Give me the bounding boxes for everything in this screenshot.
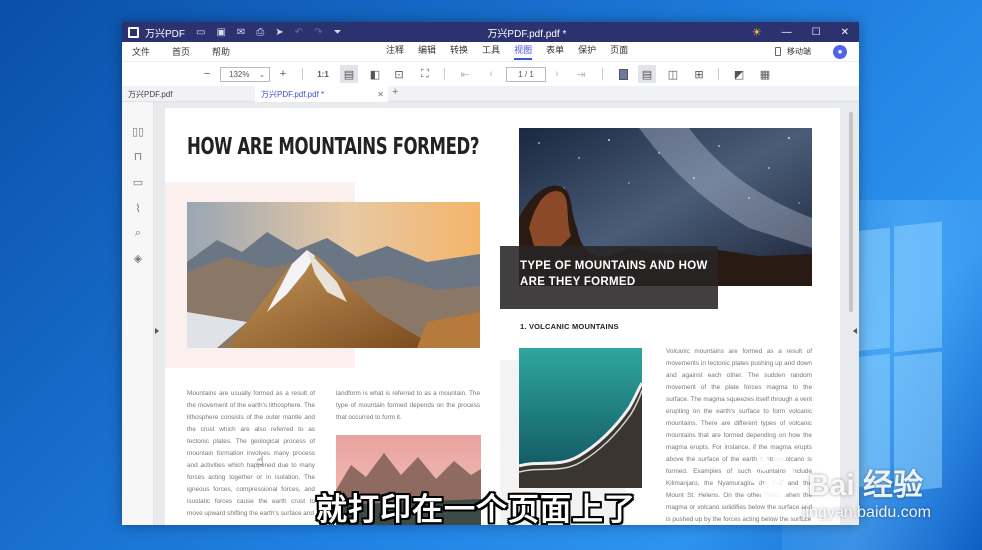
mountain-sunset-photo xyxy=(187,202,480,348)
mobile-link[interactable]: 移动端 xyxy=(787,46,811,57)
new-tab-icon[interactable]: + xyxy=(392,86,398,98)
video-subtitle: 就打印在一个页面上了 xyxy=(316,492,636,528)
split-view-icon[interactable]: ◩ xyxy=(730,65,748,83)
fit-width-icon[interactable]: ▤ xyxy=(340,65,358,83)
two-page-icon[interactable]: ◫ xyxy=(664,65,682,83)
zoom-in-icon[interactable]: + xyxy=(274,65,292,83)
close-tab-icon[interactable]: ✕ xyxy=(377,90,384,99)
save-icon[interactable]: ▣ xyxy=(216,27,225,38)
menu-home[interactable]: 首页 xyxy=(172,45,190,58)
baidu-jingyan-watermark: Bai 经验 jingyan.baidu.com xyxy=(748,446,978,526)
title-bar: 万兴PDF ▭ ▣ ✉ ⎙ ➤ ↶ ↷ ⏷ 万兴PDF.pdf.pdf * ☀ … xyxy=(122,22,859,42)
layout-options-icon[interactable]: ▦ xyxy=(756,65,774,83)
previous-page-icon[interactable]: ‹ xyxy=(482,65,500,83)
document-tab-bar: 万兴PDF.pdf 万兴PDF.pdf.pdf * ✕ + xyxy=(122,86,859,102)
baidu-paw-icon xyxy=(751,453,795,501)
menu-tools[interactable]: 工具 xyxy=(482,43,500,60)
paragraph-column-2: landform is what is referred to as a mou… xyxy=(336,390,480,421)
mail-icon[interactable]: ✉ xyxy=(237,27,245,38)
section-title-line1: TYPE OF MOUNTAINS AND HOW xyxy=(520,260,708,272)
paragraph-column-1: Mountains are usually formed as a result… xyxy=(187,390,315,517)
full-screen-icon[interactable]: ⛶ xyxy=(416,65,434,83)
expand-sidebar-icon[interactable] xyxy=(155,328,159,334)
tab-label: 万兴PDF.pdf xyxy=(128,89,173,99)
ocean-coast-photo xyxy=(519,348,642,488)
comment-icon[interactable]: ▭ xyxy=(131,175,145,189)
undo-icon[interactable]: ↶ xyxy=(295,27,303,38)
share-icon[interactable]: ➤ xyxy=(275,27,283,38)
zoom-select[interactable]: 132% ⌄ xyxy=(220,67,270,82)
user-avatar-icon[interactable]: ● xyxy=(833,44,847,59)
next-page-icon[interactable]: › xyxy=(548,65,566,83)
print-icon[interactable]: ⎙ xyxy=(256,27,264,38)
fit-visible-icon[interactable]: ⊡ xyxy=(390,65,408,83)
zoom-out-icon[interactable]: − xyxy=(198,65,216,83)
menu-comment[interactable]: 注释 xyxy=(386,43,404,60)
volcanic-subhead: 1. VOLCANIC MOUNTAINS xyxy=(520,322,619,331)
menu-protect[interactable]: 保护 xyxy=(578,43,596,60)
menu-help[interactable]: 帮助 xyxy=(212,45,230,58)
search-icon[interactable]: ⌕ xyxy=(131,226,145,240)
page-number-value: 1 / 1 xyxy=(518,70,534,79)
continuous-scroll-icon[interactable]: ▤ xyxy=(638,65,656,83)
expand-right-panel-icon[interactable] xyxy=(853,328,857,334)
redo-icon[interactable]: ↷ xyxy=(314,27,322,38)
layers-icon[interactable]: ◈ xyxy=(131,251,145,265)
pdf-page: HOW ARE MOUNTAINS FORMED? TYPE OF MOUNTA… xyxy=(165,108,840,525)
theme-sun-icon[interactable]: ☀ xyxy=(752,26,762,39)
page-number-input[interactable]: 1 / 1 xyxy=(506,67,546,82)
zoom-value: 132% xyxy=(229,70,250,79)
customize-dropdown-icon[interactable]: ⏷ xyxy=(333,27,341,38)
hand-cursor-icon: ☝ xyxy=(256,453,264,468)
watermark-url: jingyan.baidu.com xyxy=(802,504,931,521)
menu-edit[interactable]: 编辑 xyxy=(418,43,436,60)
maximize-icon[interactable]: ☐ xyxy=(812,27,821,38)
menu-form[interactable]: 表单 xyxy=(546,43,564,60)
chevron-down-icon: ⌄ xyxy=(259,71,265,79)
section-title-box: TYPE OF MOUNTAINS AND HOW ARE THEY FORME… xyxy=(500,246,718,309)
bookmark-icon[interactable]: ⊓ xyxy=(131,149,145,163)
document-headline: HOW ARE MOUNTAINS FORMED? xyxy=(187,134,480,160)
attachment-icon[interactable]: ⌇ xyxy=(131,201,145,215)
vertical-scrollbar[interactable] xyxy=(849,112,853,312)
view-toolbar: − 132% ⌄ + 1:1 ▤ ◧ ⊡ ⛶ ⇤ ‹ 1 / 1 › ⇥ ▤ ◫… xyxy=(122,62,859,86)
tab-document-2[interactable]: 万兴PDF.pdf.pdf * ✕ xyxy=(255,86,388,102)
thumbnails-icon[interactable]: ▯▯ xyxy=(131,124,145,138)
left-sidebar: ▯▯ ⊓ ▭ ⌇ ⌕ ◈ xyxy=(122,102,154,525)
actual-size-icon[interactable]: 1:1 xyxy=(314,65,332,83)
menu-view[interactable]: 视图 xyxy=(514,43,533,60)
menu-page[interactable]: 页面 xyxy=(610,43,628,60)
close-icon[interactable]: ✕ xyxy=(841,27,849,38)
open-folder-icon[interactable]: ▭ xyxy=(196,27,205,38)
fit-page-icon[interactable]: ◧ xyxy=(366,65,384,83)
menu-file[interactable]: 文件 xyxy=(132,45,150,58)
section-title-line2: ARE THEY FORMED xyxy=(520,276,636,288)
tab-document-1[interactable]: 万兴PDF.pdf xyxy=(122,86,254,102)
last-page-icon[interactable]: ⇥ xyxy=(572,65,590,83)
app-name: 万兴PDF xyxy=(145,28,185,40)
tab-label: 万兴PDF.pdf.pdf * xyxy=(261,89,325,99)
single-page-icon[interactable] xyxy=(614,65,632,83)
first-page-icon[interactable]: ⇤ xyxy=(456,65,474,83)
app-logo-icon xyxy=(128,26,139,38)
minimize-icon[interactable]: — xyxy=(782,27,792,38)
menu-convert[interactable]: 转换 xyxy=(450,43,468,60)
mobile-phone-icon xyxy=(775,47,781,56)
two-page-scroll-icon[interactable]: ⊞ xyxy=(690,65,708,83)
menu-bar: 文件 首页 帮助 注释 编辑 转换 工具 视图 表单 保护 页面 移动端 ● xyxy=(122,42,859,62)
watermark-text: Bai 经验 xyxy=(808,469,924,502)
document-title: 万兴PDF.pdf.pdf * xyxy=(487,28,567,40)
